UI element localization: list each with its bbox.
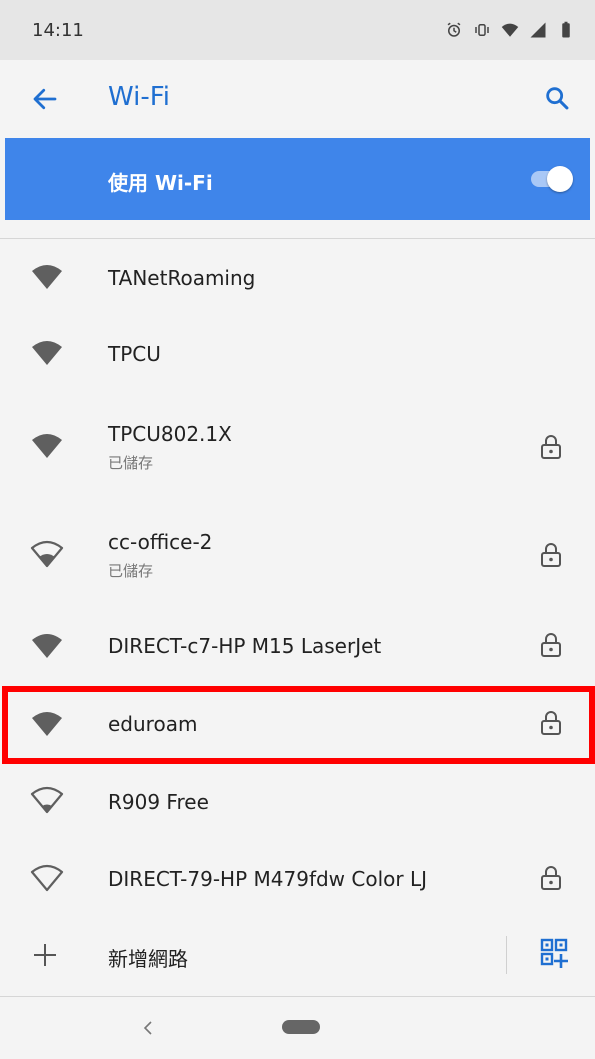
network-item[interactable]: TANetRoaming (0, 240, 595, 316)
home-pill-icon[interactable] (282, 1020, 320, 1034)
network-item[interactable]: TPCU802.1X 已儲存 (0, 392, 595, 500)
search-icon[interactable] (543, 84, 571, 112)
wifi-full-icon (32, 712, 62, 736)
network-status: 已儲存 (108, 562, 154, 580)
network-item[interactable]: TPCU (0, 316, 595, 392)
wifi-full-icon (32, 434, 62, 458)
vertical-divider (506, 936, 507, 974)
use-wifi-label: 使用 Wi-Fi (108, 171, 213, 195)
use-wifi-row[interactable]: 使用 Wi-Fi (5, 138, 590, 220)
lock-icon (541, 633, 561, 657)
wifi-signal-icon (501, 23, 519, 37)
lock-icon (541, 543, 561, 567)
navigation-bar (0, 997, 595, 1059)
network-name: DIRECT-c7-HP M15 LaserJet (108, 634, 382, 658)
network-status: 已儲存 (108, 454, 154, 472)
network-name: R909 Free (108, 790, 209, 814)
network-name: TANetRoaming (108, 266, 256, 290)
network-name: TPCU (108, 342, 161, 366)
wifi-medium-icon (30, 540, 64, 568)
wifi-toggle-switch[interactable] (525, 166, 573, 192)
vibrate-icon (475, 24, 489, 36)
network-name: TPCU802.1X (108, 422, 232, 446)
plus-icon (34, 944, 56, 966)
status-bar: 14:11 (0, 0, 595, 60)
status-icons (445, 21, 575, 39)
add-network-row[interactable]: 新增網路 (0, 920, 595, 992)
wifi-full-icon (32, 341, 62, 365)
toggle-knob (547, 166, 573, 192)
status-time: 14:11 (32, 19, 84, 41)
network-name: cc-office-2 (108, 530, 213, 554)
cell-signal-icon (530, 22, 546, 38)
alarm-icon (447, 22, 461, 37)
lock-icon (541, 435, 561, 459)
network-item[interactable]: R909 Free (0, 764, 595, 840)
qr-code-scan-icon[interactable] (540, 938, 568, 970)
lock-icon (541, 711, 561, 735)
list-divider (0, 238, 595, 239)
page-title: Wi-Fi (108, 82, 171, 112)
wifi-weak-icon (30, 786, 64, 814)
network-item[interactable]: DIRECT-c7-HP M15 LaserJet (0, 608, 595, 686)
nav-back-icon[interactable] (141, 1019, 155, 1037)
wifi-full-icon (32, 634, 62, 658)
network-item[interactable]: cc-office-2 已儲存 (0, 500, 595, 608)
wifi-full-icon (32, 265, 62, 289)
app-bar: Wi-Fi (0, 60, 595, 138)
lock-icon (541, 866, 561, 890)
network-name: DIRECT-79-HP M479fdw Color LJ (108, 867, 428, 891)
network-item-eduroam[interactable]: eduroam (0, 686, 595, 764)
arrow-back-icon[interactable] (30, 84, 60, 114)
network-item[interactable]: DIRECT-79-HP M479fdw Color LJ (0, 840, 595, 920)
add-network-label: 新增網路 (108, 947, 188, 971)
battery-icon (562, 21, 570, 38)
network-name: eduroam (108, 712, 198, 736)
wifi-empty-icon (30, 864, 64, 892)
